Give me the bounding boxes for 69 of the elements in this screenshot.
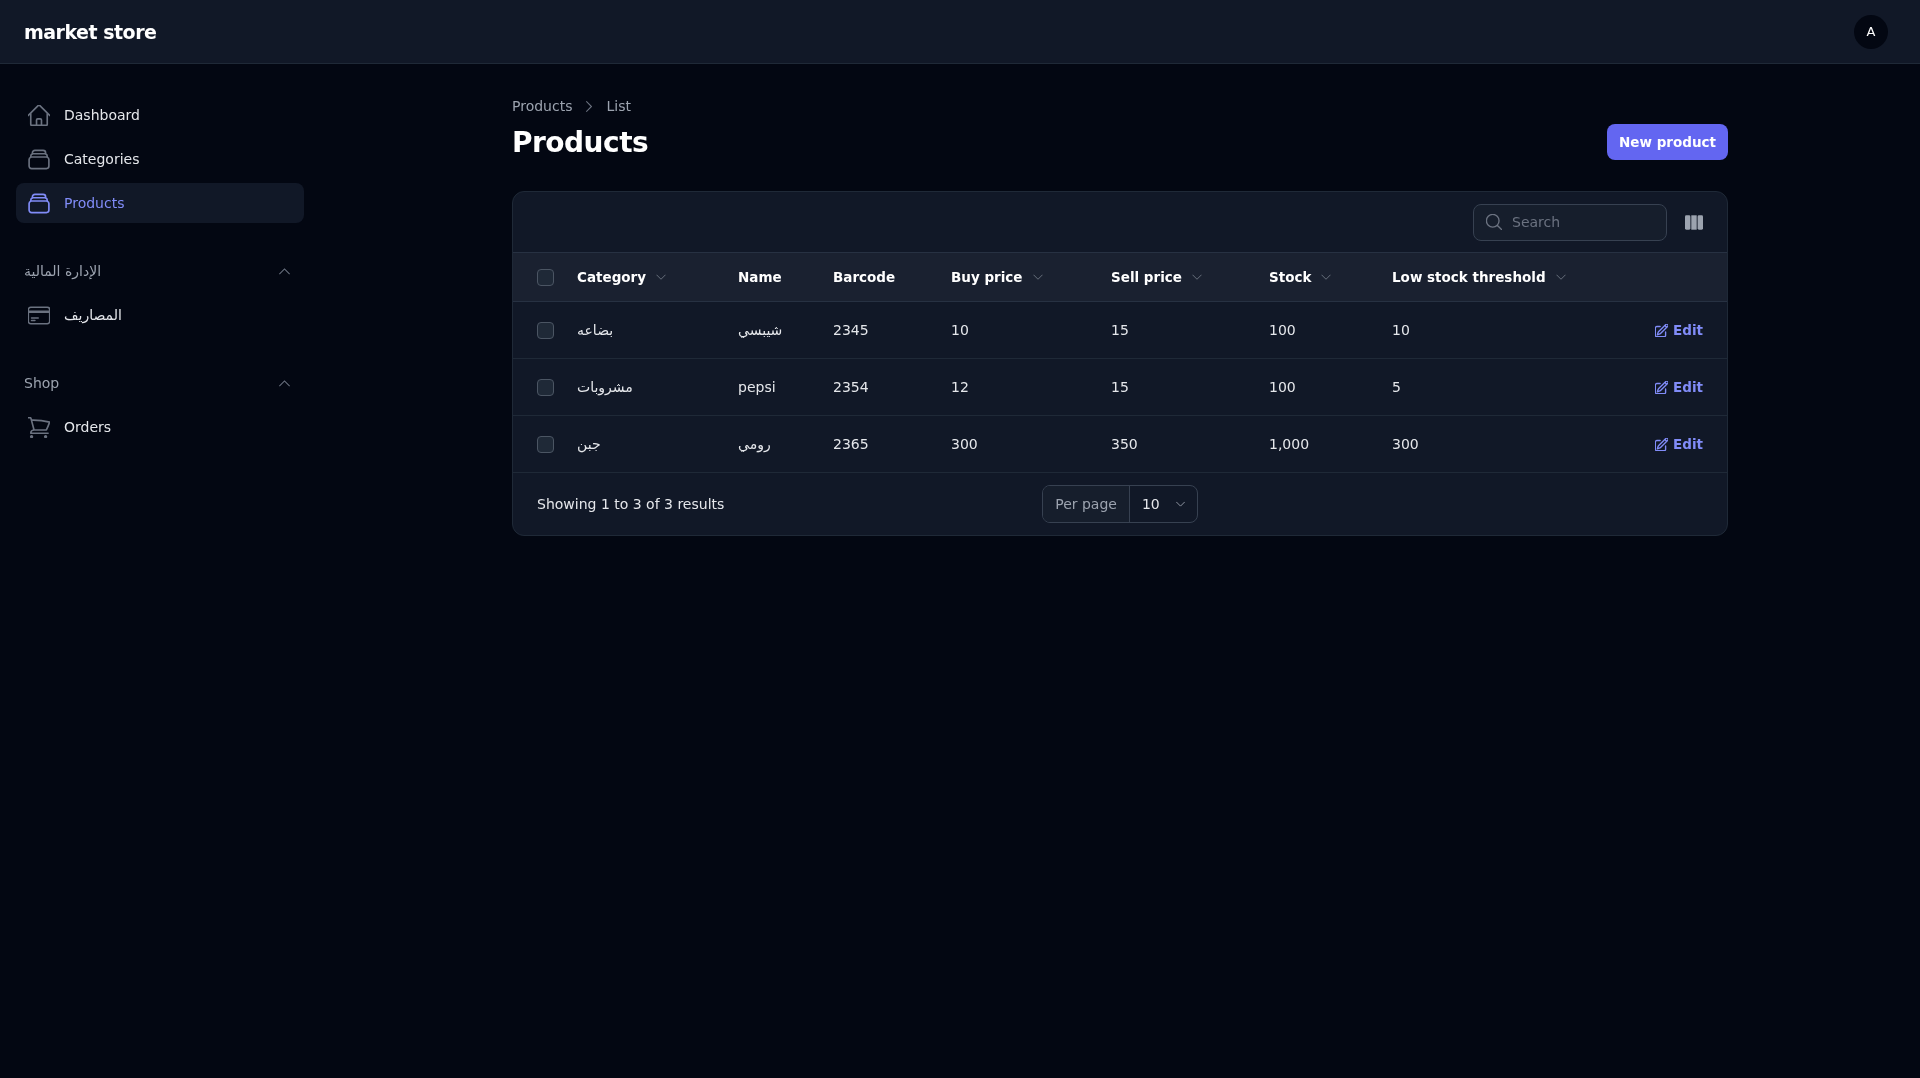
table-cell: 5 bbox=[1392, 379, 1401, 395]
credit-card-icon bbox=[28, 304, 50, 326]
table-cell: 300 bbox=[1392, 436, 1419, 452]
edit-link[interactable]: Edit bbox=[1655, 322, 1703, 338]
results-summary: Showing 1 to 3 of 3 results bbox=[537, 496, 725, 512]
column-header[interactable]: Buy price bbox=[951, 269, 1043, 285]
chevron-down-icon bbox=[1555, 274, 1566, 280]
table-cell: 2365 bbox=[833, 436, 869, 452]
per-page-value: 10 bbox=[1141, 496, 1160, 512]
table-cell: 2354 bbox=[833, 379, 869, 395]
chevron-down-icon bbox=[1191, 274, 1202, 280]
column-header[interactable]: Sell price bbox=[1111, 269, 1202, 285]
checkbox[interactable] bbox=[537, 435, 554, 453]
sidebar-item[interactable]: Orders bbox=[16, 407, 304, 447]
table-cell: pepsi bbox=[738, 379, 776, 395]
column-header: Barcode bbox=[833, 269, 896, 285]
table-cell: جبن bbox=[577, 436, 601, 452]
chevron-up-icon[interactable] bbox=[279, 267, 290, 275]
chevron-right-icon bbox=[586, 100, 593, 112]
column-header[interactable]: Category bbox=[577, 269, 667, 285]
sidebar-item[interactable]: Dashboard bbox=[16, 95, 304, 135]
table-cell: 15 bbox=[1111, 322, 1129, 338]
sidebar-item[interactable]: Products bbox=[16, 183, 304, 223]
chevron-down-icon bbox=[1032, 274, 1043, 280]
sidebar-item[interactable]: المصاريف bbox=[16, 295, 304, 335]
table-cell: 300 bbox=[951, 436, 978, 452]
cart-icon bbox=[28, 416, 50, 438]
user-avatar[interactable]: A bbox=[1854, 14, 1888, 49]
table-cell: مشروبات bbox=[577, 379, 633, 395]
home-icon bbox=[28, 104, 50, 126]
column-header[interactable]: Low stock threshold bbox=[1392, 269, 1566, 285]
checkbox[interactable] bbox=[537, 321, 554, 339]
columns-icon[interactable] bbox=[1685, 214, 1703, 230]
breadcrumb-link[interactable]: Products bbox=[512, 98, 573, 114]
search-icon bbox=[1486, 213, 1502, 230]
table-cell: 15 bbox=[1111, 379, 1129, 395]
logo-text: market store bbox=[24, 20, 157, 43]
page-title: Products bbox=[512, 125, 649, 159]
column-header[interactable]: Stock bbox=[1269, 269, 1332, 285]
per-page-label: Per page bbox=[1043, 486, 1130, 522]
table-cell: 12 bbox=[951, 379, 969, 395]
table-cell: شيبسي bbox=[738, 322, 783, 338]
table-cell: 10 bbox=[1392, 322, 1410, 338]
new-product-button[interactable]: New product bbox=[1607, 124, 1728, 160]
chevron-down-icon bbox=[1175, 501, 1185, 507]
stack-icon bbox=[28, 192, 50, 214]
sidebar-group-label: Shop bbox=[24, 375, 60, 391]
column-header: Name bbox=[738, 269, 782, 285]
checkbox[interactable] bbox=[537, 268, 554, 286]
search-field[interactable]: Search bbox=[1473, 203, 1667, 241]
breadcrumb-link[interactable]: List bbox=[606, 98, 631, 114]
table-cell: 10 bbox=[951, 322, 969, 338]
table-cell: 100 bbox=[1269, 379, 1296, 395]
table-cell: 2345 bbox=[833, 322, 869, 338]
table-cell: 100 bbox=[1269, 322, 1296, 338]
stack-icon bbox=[28, 148, 50, 170]
checkbox[interactable] bbox=[537, 378, 554, 396]
table-cell: رومي bbox=[738, 436, 771, 452]
table-cell: 1,000 bbox=[1269, 436, 1310, 452]
table-cell: 350 bbox=[1111, 436, 1138, 452]
sidebar-group-label: الإدارة المالية bbox=[24, 263, 102, 279]
chevron-up-icon[interactable] bbox=[279, 379, 290, 387]
per-page-select[interactable]: Per page 10 bbox=[1042, 485, 1198, 523]
sidebar-item[interactable]: Categories bbox=[16, 139, 304, 179]
edit-link[interactable]: Edit bbox=[1655, 436, 1703, 452]
chevron-down-icon bbox=[1321, 274, 1332, 280]
edit-link[interactable]: Edit bbox=[1655, 379, 1703, 395]
chevron-down-icon bbox=[656, 274, 667, 280]
table-cell: بضاعه bbox=[577, 322, 614, 338]
